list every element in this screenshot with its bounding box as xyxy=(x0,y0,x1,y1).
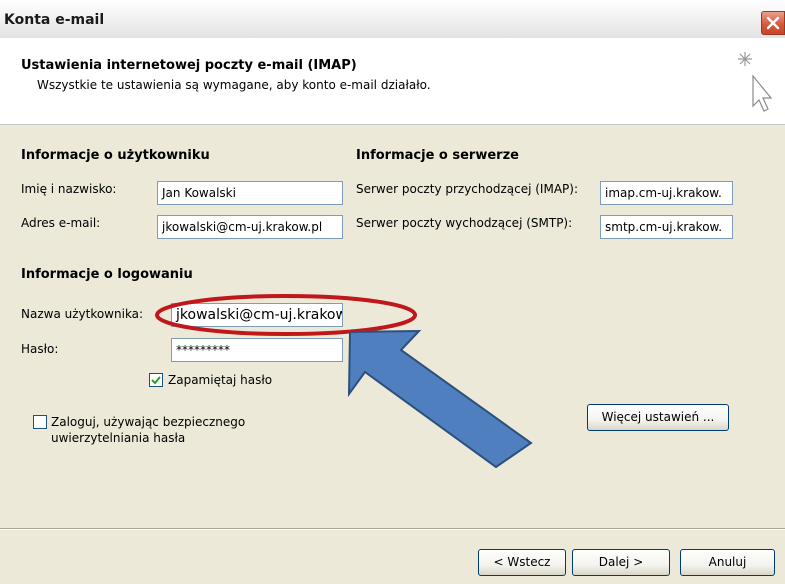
title-bar: Konta e-mail xyxy=(0,0,785,38)
incoming-server-label: Serwer poczty przychodzącej (IMAP): xyxy=(356,182,578,196)
password-field[interactable]: ********* xyxy=(171,338,343,362)
window-title: Konta e-mail xyxy=(4,12,105,28)
name-field[interactable]: Jan Kowalski xyxy=(157,181,343,205)
password-label: Hasło: xyxy=(21,342,59,356)
settings-panel: Informacje o użytkowniku Imię i nazwisko… xyxy=(0,125,785,584)
email-label: Adres e-mail: xyxy=(21,216,101,230)
name-label: Imię i nazwisko: xyxy=(21,182,117,196)
server-info-heading: Informacje o serwerze xyxy=(356,148,519,163)
back-button[interactable]: < Wstecz xyxy=(478,549,566,576)
more-settings-button[interactable]: Więcej ustawień ... xyxy=(587,404,729,431)
checkmark-icon xyxy=(151,376,161,385)
remember-password-checkbox[interactable] xyxy=(149,373,163,387)
header-title: Ustawienia internetowej poczty e-mail (I… xyxy=(21,58,357,73)
secure-auth-checkbox[interactable] xyxy=(33,415,47,429)
outgoing-server-field[interactable]: smtp.cm-uj.krakow. xyxy=(600,215,733,239)
next-button[interactable]: Dalej > xyxy=(572,549,670,576)
footer-divider-highlight xyxy=(0,529,785,530)
wizard-sparkle-cursor-icon xyxy=(738,52,773,112)
header-subtitle: Wszystkie te ustawienia są wymagane, aby… xyxy=(37,78,431,92)
close-icon xyxy=(766,16,780,30)
close-button[interactable] xyxy=(761,11,785,35)
incoming-server-field[interactable]: imap.cm-uj.krakow. xyxy=(600,181,733,205)
email-field[interactable]: jkowalski@cm-uj.krakow.pl xyxy=(157,215,343,239)
wizard-header: Ustawienia internetowej poczty e-mail (I… xyxy=(0,38,785,125)
user-info-heading: Informacje o użytkowniku xyxy=(21,148,210,163)
cancel-button[interactable]: Anuluj xyxy=(680,549,775,576)
secure-auth-label-line2: uwierzytelniania hasła xyxy=(51,431,186,445)
secure-auth-label-line1: Zaloguj, używając bezpiecznego xyxy=(51,415,246,429)
username-field[interactable]: jkowalski@cm-uj.krakow.pl xyxy=(171,303,343,327)
outgoing-server-label: Serwer poczty wychodzącej (SMTP): xyxy=(356,216,573,230)
remember-password-label: Zapamiętaj hasło xyxy=(168,373,273,387)
username-label: Nazwa użytkownika: xyxy=(21,307,144,321)
login-info-heading: Informacje o logowaniu xyxy=(21,267,193,282)
